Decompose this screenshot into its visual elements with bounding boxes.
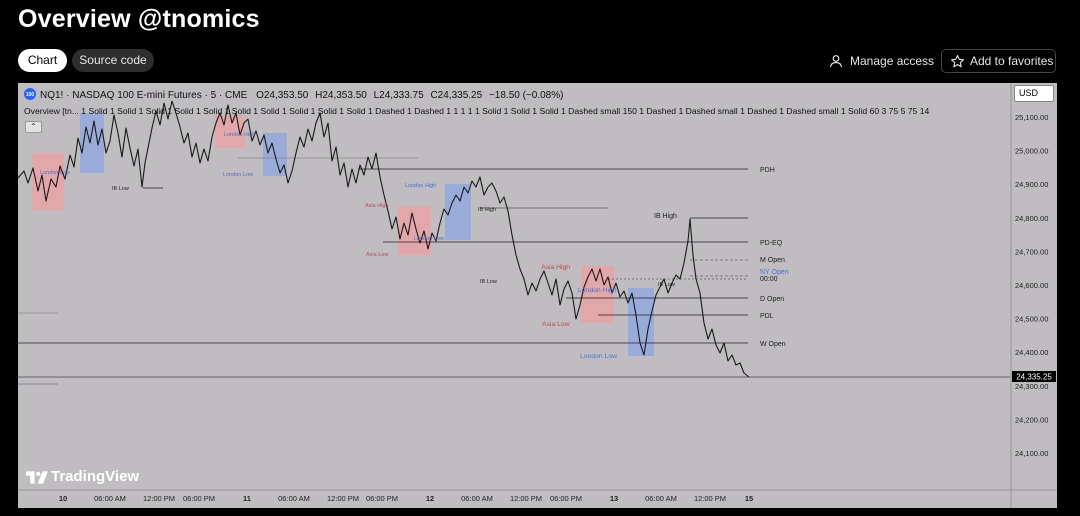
time-tick-label: 10 (59, 494, 67, 503)
manage-access-button[interactable]: Manage access (829, 51, 934, 71)
session-label: IB Low (480, 279, 497, 285)
asia-box (398, 206, 431, 255)
svg-text:100: 100 (26, 92, 35, 98)
session-label: London High (224, 132, 255, 138)
time-tick-label: 06:00 PM (366, 494, 398, 503)
tab-source-code[interactable]: Source code (72, 49, 154, 72)
session-label: London High (578, 287, 617, 294)
session-label: Asia Low (366, 252, 388, 258)
session-label: London Low (223, 172, 253, 178)
price-tick-label: 24,200.00 (1015, 415, 1048, 424)
price-series (18, 100, 750, 378)
session-label: London Low (580, 353, 617, 360)
page-title: Overview @tnomics (18, 5, 260, 33)
session-label: IB Low (112, 186, 129, 192)
chevron-up-icon[interactable]: ⌃ (25, 121, 42, 133)
level-label: W Open (760, 341, 786, 348)
level-label: D Open (760, 296, 784, 303)
time-axis[interactable]: 10 06:00 AM 12:00 PM 06:00 PM 11 06:00 AM 12:0… (18, 489, 1057, 503)
level-lines (18, 157, 1010, 385)
time-tick-label: 12:00 PM (327, 494, 359, 503)
manage-access-label: Manage access (850, 54, 935, 68)
price-tick-label: 24,300.00 (1015, 382, 1048, 391)
time-tick-label: 12 (426, 494, 434, 503)
time-tick-label: 11 (243, 494, 251, 503)
tradingview-wordmark: TradingView (51, 468, 140, 485)
level-label: 00:00 (760, 276, 778, 283)
price-tick-label: 24,500.00 (1015, 315, 1048, 324)
tradingview-logo: TradingView (26, 468, 139, 485)
time-tick-label: 06:00 PM (550, 494, 582, 503)
level-label: PDL (760, 313, 774, 320)
time-tick-label: 15 (745, 494, 753, 503)
tab-chart[interactable]: Chart (18, 49, 67, 72)
time-tick-label: 12:00 PM (143, 494, 175, 503)
time-tick-label: 06:00 AM (461, 494, 493, 503)
price-tick-label: 25,100.00 (1015, 113, 1048, 122)
add-to-favorites-button[interactable]: Add to favorites (941, 49, 1056, 73)
symbol-header: 100 NQ1! · NASDAQ 100 E-mini Futures · 5… (24, 88, 930, 116)
add-to-favorites-label: Add to favorites (970, 54, 1054, 68)
price-tick-label: 24,100.00 (1015, 449, 1048, 458)
session-label: London Low (40, 170, 70, 176)
price-tick-label: 24,900.00 (1015, 180, 1048, 189)
session-label: London Low (414, 236, 444, 242)
price-tick-label: 24,400.00 (1015, 348, 1048, 357)
user-icon (829, 55, 843, 68)
session-label: IB Low (658, 282, 675, 288)
level-labels: PDH PD-EQ M Open NY Open00:00 D Open PDL W Ope… (760, 167, 789, 348)
level-label: M Open (760, 257, 785, 264)
price-tick-label: 25,000.00 (1015, 147, 1048, 156)
time-tick-label: 12:00 PM (510, 494, 542, 503)
session-label: Asia High (541, 264, 570, 271)
session-label: London High (405, 183, 436, 189)
time-tick-label: 06:00 AM (645, 494, 677, 503)
level-label: PD-EQ (760, 240, 783, 247)
star-icon (951, 55, 964, 68)
session-label: IB High (478, 207, 496, 213)
price-tick-label: 24,600.00 (1015, 281, 1048, 290)
svg-text:24,335.25: 24,335.25 (1016, 373, 1052, 382)
price-chart[interactable]: 25,100.00 25,000.00 24,900.00 24,800.00 24,7… (18, 83, 1057, 508)
time-tick-label: 06:00 AM (278, 494, 310, 503)
level-label: PDH (760, 167, 775, 174)
session-labels: London Low London High London Low London Hi… (40, 132, 677, 360)
asia-box (32, 153, 64, 210)
time-tick-label: 13 (610, 494, 618, 503)
currency-selector[interactable]: USD (1014, 85, 1054, 102)
chart-panel[interactable]: 25,100.00 25,000.00 24,900.00 24,800.00 24,7… (18, 83, 1057, 508)
level-label: NY Open (760, 269, 789, 276)
svg-text:NQ1! · NASDAQ 100 E-mini Futur: NQ1! · NASDAQ 100 E-mini Futures · 5 · C… (40, 90, 563, 101)
session-label: IB High (654, 213, 677, 220)
last-price-badge: 24,335.25 (1012, 371, 1056, 382)
price-tick-label: 24,700.00 (1015, 247, 1048, 256)
time-tick-label: 12:00 PM (694, 494, 726, 503)
price-tick-label: 24,800.00 (1015, 214, 1048, 223)
price-axis[interactable]: 25,100.00 25,000.00 24,900.00 24,800.00 24,7… (1010, 83, 1057, 508)
session-label: Asia Low (542, 321, 570, 328)
session-boxes (32, 113, 654, 356)
session-label: Asia High (365, 203, 389, 209)
asia-box (581, 266, 614, 323)
time-tick-label: 06:00 PM (183, 494, 215, 503)
tradingview-logo-icon (26, 471, 48, 484)
time-tick-label: 06:00 AM (94, 494, 126, 503)
svg-text:Overview [tn... 1 Solid 1 Soli: Overview [tn... 1 Solid 1 Solid 1 Solid … (24, 106, 930, 116)
